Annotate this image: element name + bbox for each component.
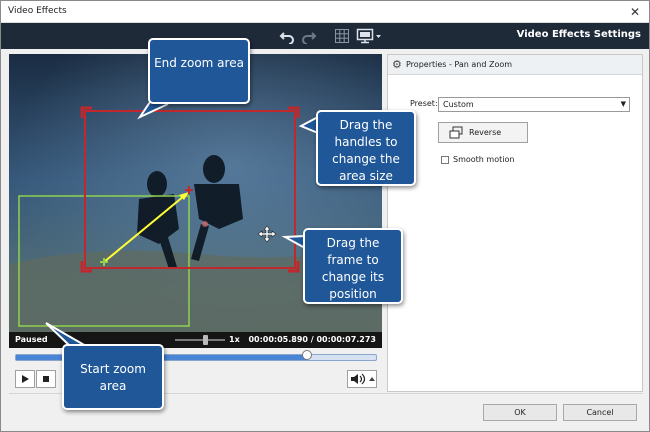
play-icon (22, 375, 29, 383)
callout-start-zoom: Start zoom area (62, 344, 164, 410)
smooth-motion-label: Smooth motion (453, 155, 515, 164)
callout-drag-handles: Drag the handles to change the area size (316, 110, 416, 186)
preset-value: Custom (443, 100, 474, 109)
reverse-button[interactable]: Reverse (438, 122, 528, 143)
redo-icon[interactable] (301, 28, 317, 45)
seek-handle[interactable] (301, 350, 312, 360)
callout-drag-frame: Drag the frame to change its position (303, 228, 403, 304)
cancel-button[interactable]: Cancel (563, 404, 637, 421)
smooth-motion-checkbox[interactable] (441, 156, 449, 164)
reverse-label: Reverse (469, 128, 502, 137)
grid-icon[interactable] (334, 28, 350, 44)
window-title: Video Effects (8, 6, 67, 16)
ok-button[interactable]: OK (483, 404, 557, 421)
speed-value: 1x (229, 335, 240, 344)
reverse-icon (449, 126, 463, 139)
title-bar: Video Effects ✕ (1, 1, 649, 23)
close-button[interactable]: ✕ (627, 4, 643, 20)
playback-status: Paused (15, 335, 48, 344)
stop-icon (43, 376, 49, 382)
undo-icon[interactable] (279, 28, 295, 45)
volume-button[interactable] (347, 370, 377, 388)
properties-title: Properties - Pan and Zoom (406, 60, 513, 69)
properties-panel: ⚙ Properties - Pan and Zoom Preset: Cust… (387, 54, 643, 392)
toolbar: Video Effects Settings (1, 23, 649, 49)
properties-header: ⚙ Properties - Pan and Zoom (388, 55, 642, 75)
monitor-icon[interactable] (356, 28, 382, 44)
stop-button[interactable] (36, 370, 56, 388)
speaker-icon (351, 373, 375, 385)
preset-label: Preset: (410, 99, 438, 108)
speed-slider-track[interactable] (175, 339, 225, 341)
speed-slider-handle[interactable] (203, 335, 208, 345)
preset-dropdown[interactable]: Custom ▼ (438, 97, 630, 112)
gear-icon: ⚙ (392, 58, 402, 71)
settings-title: Video Effects Settings (516, 29, 641, 40)
callout-end-zoom: End zoom area (148, 38, 250, 104)
time-readout: 00:00:05.890 / 00:00:07.273 (248, 335, 376, 344)
play-button[interactable] (15, 370, 35, 388)
chevron-down-icon: ▼ (620, 100, 626, 108)
